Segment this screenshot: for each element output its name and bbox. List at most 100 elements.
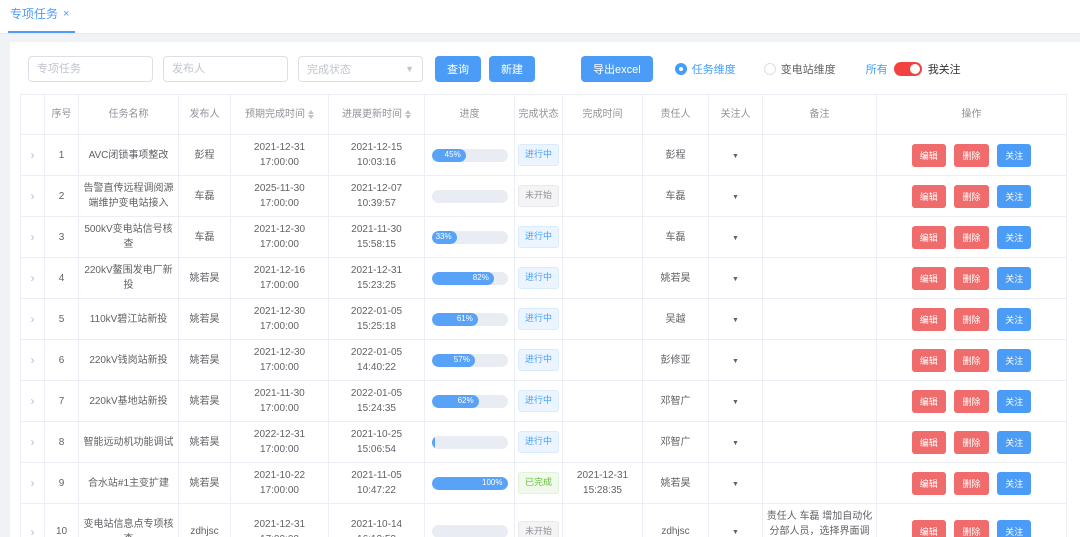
- expand-row-icon[interactable]: ›: [31, 476, 35, 490]
- edit-button[interactable]: 编辑: [912, 267, 946, 290]
- radio-task-dimension[interactable]: 任务维度: [675, 61, 736, 77]
- delete-button[interactable]: 删除: [954, 185, 988, 208]
- follow-toggle[interactable]: [894, 62, 922, 76]
- follower-dropdown-icon[interactable]: ▼: [732, 153, 739, 160]
- delete-button[interactable]: 删除: [954, 472, 988, 495]
- expand-cell: ›: [21, 504, 45, 537]
- update-time-cell: 2022-01-05 14:40:22: [329, 340, 425, 381]
- edit-button[interactable]: 编辑: [912, 308, 946, 331]
- follow-button[interactable]: 关注: [997, 308, 1031, 331]
- radio-unselected-icon: [764, 63, 776, 75]
- task-name-cell: 500kV变电站信号核查: [79, 217, 179, 258]
- follower-dropdown-icon[interactable]: ▼: [732, 481, 739, 488]
- task-name-input[interactable]: [28, 56, 153, 82]
- finish-time-cell: [563, 504, 643, 537]
- follow-button[interactable]: 关注: [997, 226, 1031, 249]
- edit-button[interactable]: 编辑: [912, 520, 946, 537]
- follow-button[interactable]: 关注: [997, 431, 1031, 454]
- follow-button[interactable]: 关注: [997, 185, 1031, 208]
- col-header-expected-time[interactable]: 预期完成时间: [231, 95, 329, 135]
- tab-close-icon[interactable]: ×: [63, 8, 69, 20]
- task-name-cell: 合水站#1主变扩建: [79, 463, 179, 504]
- expand-row-icon[interactable]: ›: [31, 394, 35, 408]
- table-header-row: 序号 任务名称 发布人 预期完成时间 进展更新时间 进度 完成状态 完成时间 责…: [21, 95, 1067, 135]
- follow-button[interactable]: 关注: [997, 349, 1031, 372]
- status-badge: 已完成: [518, 472, 559, 494]
- follower-dropdown-icon[interactable]: ▼: [732, 317, 739, 324]
- col-header-update-time[interactable]: 进展更新时间: [329, 95, 425, 135]
- follow-button[interactable]: 关注: [997, 390, 1031, 413]
- publisher-input[interactable]: [163, 56, 288, 82]
- delete-button[interactable]: 删除: [954, 226, 988, 249]
- sort-icon[interactable]: [308, 110, 314, 119]
- follow-button[interactable]: 关注: [997, 472, 1031, 495]
- expand-row-icon[interactable]: ›: [31, 353, 35, 367]
- delete-button[interactable]: 删除: [954, 349, 988, 372]
- delete-button[interactable]: 删除: [954, 431, 988, 454]
- status-badge: 进行中: [518, 308, 559, 330]
- delete-button[interactable]: 删除: [954, 390, 988, 413]
- task-name-cell: 110kV碧江站新投: [79, 299, 179, 340]
- progress-cell: 82%: [425, 258, 515, 299]
- expand-cell: ›: [21, 422, 45, 463]
- follow-button[interactable]: 关注: [997, 267, 1031, 290]
- expand-cell: ›: [21, 135, 45, 176]
- follower-dropdown-icon[interactable]: ▼: [732, 440, 739, 447]
- delete-button[interactable]: 删除: [954, 520, 988, 537]
- status-badge: 未开始: [518, 185, 559, 207]
- expand-row-icon[interactable]: ›: [31, 148, 35, 162]
- follower-dropdown-icon[interactable]: ▼: [732, 235, 739, 242]
- actions-cell: 编辑 删除 关注: [877, 135, 1067, 176]
- follower-dropdown-icon[interactable]: ▼: [732, 529, 739, 536]
- progress-bar: [432, 525, 508, 537]
- follow-button[interactable]: 关注: [997, 520, 1031, 537]
- filter-bar: 完成状态 ▼ 查询 新建 导出excel 任务维度 变电站维度 所有 我关注: [28, 54, 1068, 84]
- follower-dropdown-icon[interactable]: ▼: [732, 276, 739, 283]
- delete-button[interactable]: 删除: [954, 308, 988, 331]
- owner-cell: 姚若昊: [643, 463, 709, 504]
- follower-cell: ▼: [709, 340, 763, 381]
- expand-row-icon[interactable]: ›: [31, 525, 35, 537]
- expected-time-cell: 2021-12-30 17:00:00: [231, 299, 329, 340]
- progress-bar: 33%: [432, 231, 508, 244]
- task-name-cell: 变电站信息点专项核查: [79, 504, 179, 537]
- expand-row-icon[interactable]: ›: [31, 189, 35, 203]
- follower-dropdown-icon[interactable]: ▼: [732, 399, 739, 406]
- create-button[interactable]: 新建: [489, 56, 535, 82]
- edit-button[interactable]: 编辑: [912, 185, 946, 208]
- edit-button[interactable]: 编辑: [912, 390, 946, 413]
- col-header-remark: 备注: [763, 95, 877, 135]
- owner-cell: 邓智广: [643, 422, 709, 463]
- tab-bar: 专项任务 ×: [0, 0, 1080, 34]
- progress-bar: 61%: [432, 313, 508, 326]
- expand-cell: ›: [21, 176, 45, 217]
- expand-row-icon[interactable]: ›: [31, 312, 35, 326]
- sort-icon[interactable]: [405, 110, 411, 119]
- status-cell: 进行中: [515, 381, 563, 422]
- expand-row-icon[interactable]: ›: [31, 230, 35, 244]
- actions-cell: 编辑 删除 关注: [877, 381, 1067, 422]
- edit-button[interactable]: 编辑: [912, 349, 946, 372]
- delete-button[interactable]: 删除: [954, 267, 988, 290]
- search-button[interactable]: 查询: [435, 56, 481, 82]
- edit-button[interactable]: 编辑: [912, 472, 946, 495]
- edit-button[interactable]: 编辑: [912, 226, 946, 249]
- update-time-cell: 2021-10-14 16:12:52: [329, 504, 425, 537]
- task-table-body: › 1 AVC闭锁事项整改 彭程 2021-12-31 17:00:00 202…: [21, 135, 1067, 537]
- tab-special-tasks[interactable]: 专项任务 ×: [8, 0, 75, 33]
- follower-dropdown-icon[interactable]: ▼: [732, 194, 739, 201]
- expand-row-icon[interactable]: ›: [31, 271, 35, 285]
- radio-substation-dimension[interactable]: 变电站维度: [764, 61, 836, 77]
- status-select[interactable]: 完成状态 ▼: [298, 56, 423, 82]
- finish-time-cell: [563, 299, 643, 340]
- delete-button[interactable]: 删除: [954, 144, 988, 167]
- export-excel-button[interactable]: 导出excel: [581, 56, 653, 82]
- follower-dropdown-icon[interactable]: ▼: [732, 358, 739, 365]
- follow-button[interactable]: 关注: [997, 144, 1031, 167]
- follower-cell: ▼: [709, 422, 763, 463]
- edit-button[interactable]: 编辑: [912, 431, 946, 454]
- task-table: 序号 任务名称 发布人 预期完成时间 进展更新时间 进度 完成状态 完成时间 责…: [20, 94, 1067, 537]
- edit-button[interactable]: 编辑: [912, 144, 946, 167]
- radio-selected-icon: [675, 63, 687, 75]
- expand-row-icon[interactable]: ›: [31, 435, 35, 449]
